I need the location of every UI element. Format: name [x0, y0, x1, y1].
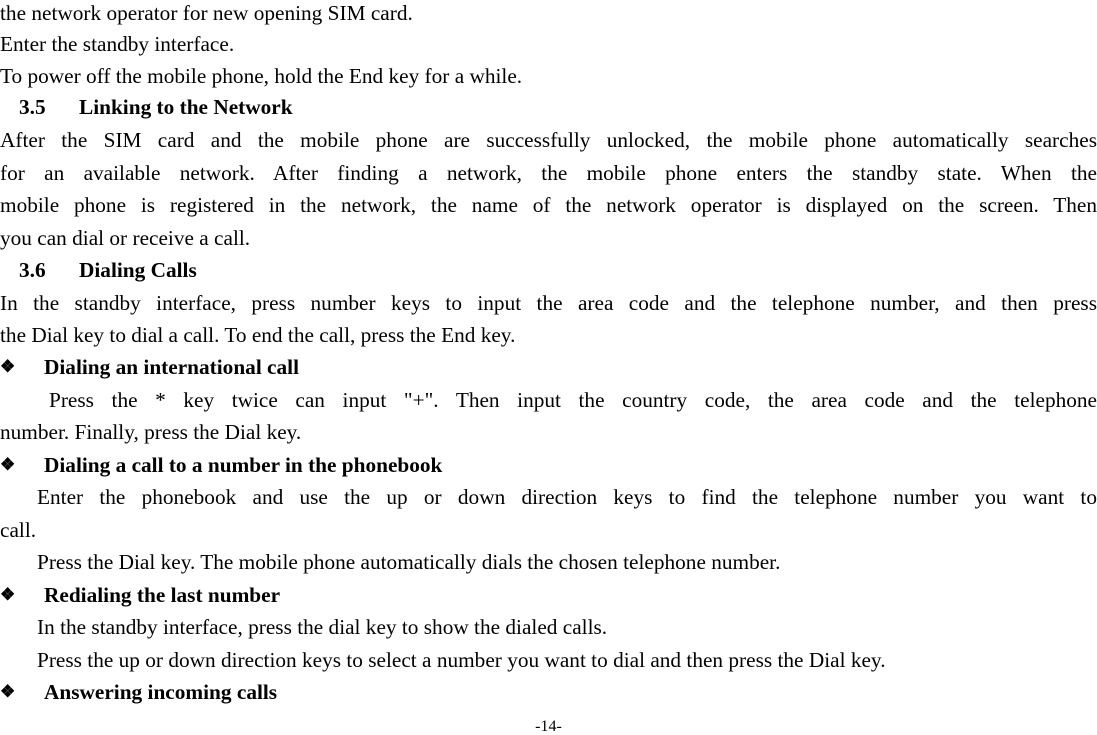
paragraph-line: In the standby interface, press the dial… [37, 615, 608, 639]
body-text-line: the network operator for new opening SIM… [0, 1, 413, 25]
paragraph-line: you can dial or receive a call. [0, 226, 251, 250]
bullet-heading-phonebook: ❖ Dialing a call to a number in the phone… [0, 452, 1097, 480]
page-number: -14- [535, 718, 562, 735]
section-title: Linking to the Network [79, 95, 293, 119]
paragraph-line: number. Finally, press the Dial key. [0, 420, 302, 444]
bullet-title: Redialing the last number [44, 583, 281, 607]
paragraph-line: the Dial key to dial a call. To end the … [0, 323, 516, 347]
paragraph-line: Press the * key twice can input "+". The… [49, 388, 1097, 412]
paragraph-line: call. [0, 518, 37, 542]
paragraph-line: Press the up or down direction keys to s… [37, 648, 886, 672]
bullet-title: Dialing an international call [44, 355, 299, 379]
section-title: Dialing Calls [79, 258, 197, 282]
diamond-bullet-icon: ❖ [0, 585, 16, 604]
section-number: 3.5 [19, 95, 46, 119]
paragraph-line: After the SIM card and the mobile phone … [0, 128, 1097, 152]
section-heading-3-5: 3.5 Linking to the Network [19, 94, 1097, 120]
bullet-heading-redial: ❖ Redialing the last number [0, 582, 1097, 610]
paragraph-line: mobile phone is registered in the networ… [0, 193, 1097, 217]
body-text-line: Enter the standby interface. [0, 32, 235, 56]
body-text-line: To power off the mobile phone, hold the … [0, 64, 523, 88]
paragraph-line: Enter the phonebook and use the up or do… [37, 485, 1097, 509]
paragraph-line: Press the Dial key. The mobile phone aut… [37, 550, 781, 574]
diamond-bullet-icon: ❖ [0, 455, 16, 474]
bullet-title: Dialing a call to a number in the phoneb… [44, 453, 443, 477]
diamond-bullet-icon: ❖ [0, 357, 16, 376]
bullet-heading-international: ❖ Dialing an international call [0, 354, 1097, 382]
bullet-heading-answering: ❖ Answering incoming calls [0, 679, 1097, 707]
paragraph-line: In the standby interface, press number k… [0, 291, 1097, 315]
bullet-title: Answering incoming calls [44, 680, 278, 704]
diamond-bullet-icon: ❖ [0, 682, 16, 701]
section-heading-3-6: 3.6 Dialing Calls [19, 257, 1097, 283]
section-number: 3.6 [19, 258, 46, 282]
paragraph-line: for an available network. After finding … [0, 161, 1097, 185]
